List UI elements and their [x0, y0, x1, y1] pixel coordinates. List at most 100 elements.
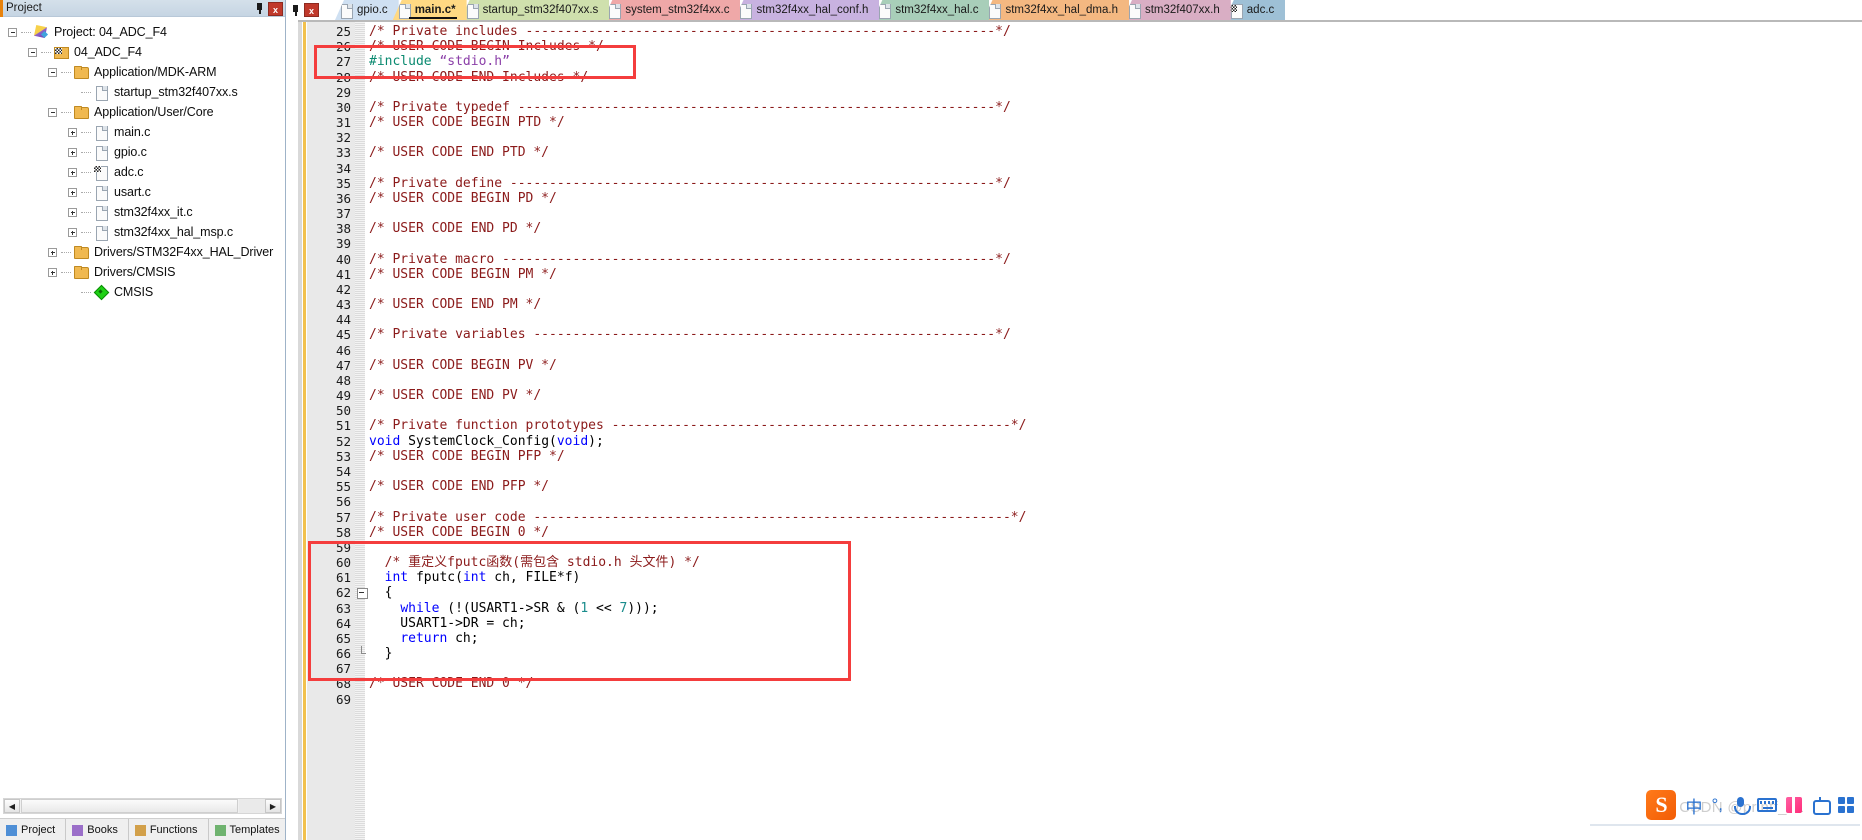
- scroll-right-button[interactable]: ▶: [265, 799, 281, 813]
- expand-icon[interactable]: [68, 187, 77, 197]
- code-line[interactable]: 44: [307, 312, 1862, 327]
- code-lines[interactable]: 25 /* Private includes ------------------…: [307, 24, 1862, 840]
- editor-tab-stm32f4xx-hal-dma-h[interactable]: stm32f4xx_hal_dma.h: [983, 0, 1129, 20]
- code-line[interactable]: 57 /* Private user code -----------------…: [307, 510, 1862, 525]
- keyboard-icon[interactable]: [1757, 798, 1777, 812]
- code-line[interactable]: 46: [307, 343, 1862, 358]
- code-line[interactable]: 48: [307, 373, 1862, 388]
- code-line[interactable]: 69: [307, 692, 1862, 707]
- code-line[interactable]: 40 /* Private macro ---------------------…: [307, 252, 1862, 267]
- close-icon[interactable]: x: [268, 1, 283, 16]
- editor-tab-stm32f407xx-h[interactable]: stm32f407xx.h: [1122, 0, 1231, 20]
- panel-tab-templates[interactable]: Templates: [208, 819, 285, 840]
- project-panel-hscrollbar[interactable]: ◀ ▶: [3, 798, 282, 814]
- editor-tab-gpio-c[interactable]: gpio.c: [335, 0, 399, 20]
- code-line[interactable]: 62 {: [307, 585, 1862, 600]
- tree-item[interactable]: gpio.c: [0, 142, 285, 162]
- code-line[interactable]: 54: [307, 464, 1862, 479]
- expand-icon[interactable]: [48, 247, 57, 257]
- expand-icon[interactable]: [68, 207, 77, 217]
- code-line[interactable]: 45 /* Private variables -----------------…: [307, 327, 1862, 342]
- mic-icon[interactable]: [1732, 796, 1751, 815]
- code-line[interactable]: 35 /* Private define --------------------…: [307, 176, 1862, 191]
- tree-item[interactable]: CMSIS: [0, 282, 285, 302]
- code-line[interactable]: 47 /* USER CODE BEGIN PV */: [307, 358, 1862, 373]
- code-line[interactable]: 34: [307, 161, 1862, 176]
- code-line[interactable]: 26 /* USER CODE BEGIN Includes */: [307, 39, 1862, 54]
- editor-tab-adc-c[interactable]: adc.c: [1224, 0, 1286, 20]
- code-line[interactable]: 32: [307, 130, 1862, 145]
- code-line[interactable]: 43 /* USER CODE END PM */: [307, 297, 1862, 312]
- sogou-logo-icon[interactable]: S: [1646, 790, 1677, 820]
- expand-icon[interactable]: [68, 127, 77, 137]
- code-line[interactable]: 51 /* Private function prototypes -------…: [307, 418, 1862, 433]
- expand-icon[interactable]: [48, 267, 57, 277]
- code-line[interactable]: 61 int fputc(int ch, FILE*f): [307, 570, 1862, 585]
- expand-icon[interactable]: [68, 227, 77, 237]
- grid-icon[interactable]: [1838, 797, 1854, 813]
- editor-tab-stm32f4xx-hal-c[interactable]: stm32f4xx_hal.c: [873, 0, 990, 20]
- code-line[interactable]: 49 /* USER CODE END PV */: [307, 388, 1862, 403]
- editor-tab-main-c-[interactable]: main.c*: [392, 0, 467, 20]
- close-icon[interactable]: x: [304, 3, 319, 17]
- scroll-thumb[interactable]: [21, 799, 238, 813]
- tree-item[interactable]: stm32f4xx_hal_msp.c: [0, 222, 285, 242]
- tree-item[interactable]: 04_ADC_F4: [0, 42, 285, 62]
- code-line[interactable]: 63 while (!(USART1->SR & (1 << 7)));: [307, 601, 1862, 616]
- code-line[interactable]: 27 #include “stdio.h”: [307, 54, 1862, 69]
- code-editor[interactable]: 25 /* Private includes ------------------…: [298, 20, 1862, 840]
- editor-tab-startup-stm32f407xx-s[interactable]: startup_stm32f407xx.s: [460, 0, 610, 20]
- collapse-icon[interactable]: [48, 67, 57, 77]
- pin-icon[interactable]: [254, 2, 265, 15]
- scroll-left-button[interactable]: ◀: [4, 799, 20, 813]
- code-line[interactable]: 33 /* USER CODE END PTD */: [307, 145, 1862, 160]
- code-line[interactable]: 52 void SystemClock_Config(void);: [307, 434, 1862, 449]
- code-line[interactable]: 67: [307, 661, 1862, 676]
- tree-item[interactable]: Drivers/CMSIS: [0, 262, 285, 282]
- tree-item[interactable]: usart.c: [0, 182, 285, 202]
- project-tree[interactable]: Project: 04_ADC_F4 04_ADC_F4 Application/M…: [0, 18, 285, 796]
- code-line[interactable]: 58 /* USER CODE BEGIN 0 */: [307, 525, 1862, 540]
- robot-icon[interactable]: [1811, 797, 1831, 815]
- code-line[interactable]: 59: [307, 540, 1862, 555]
- ime-punctuation-toggle[interactable]: °,: [1711, 795, 1723, 815]
- tree-item[interactable]: Project: 04_ADC_F4: [0, 22, 285, 42]
- ime-language-toggle[interactable]: 中: [1685, 793, 1702, 818]
- code-line[interactable]: 68 /* USER CODE END 0 */: [307, 676, 1862, 691]
- collapse-icon[interactable]: [28, 47, 37, 57]
- collapse-icon[interactable]: [48, 107, 57, 117]
- code-line[interactable]: 65 return ch;: [307, 631, 1862, 646]
- editor-tabstrip[interactable]: gpio.c main.c* startup_stm32f407xx.s system…: [335, 0, 1862, 20]
- code-line[interactable]: 39: [307, 236, 1862, 251]
- panel-tab-functions[interactable]: Functions: [128, 819, 209, 840]
- tree-item[interactable]: stm32f4xx_it.c: [0, 202, 285, 222]
- code-line[interactable]: 25 /* Private includes ------------------…: [307, 24, 1862, 39]
- code-line[interactable]: 50: [307, 403, 1862, 418]
- tree-item[interactable]: adc.c: [0, 162, 285, 182]
- code-line[interactable]: 64 USART1->DR = ch;: [307, 616, 1862, 631]
- panel-tab-project[interactable]: Project: [0, 819, 67, 840]
- expand-icon[interactable]: [68, 147, 77, 157]
- pin-icon[interactable]: [290, 4, 301, 17]
- code-line[interactable]: 56: [307, 494, 1862, 509]
- code-line[interactable]: 36 /* USER CODE BEGIN PD */: [307, 191, 1862, 206]
- tree-item[interactable]: main.c: [0, 122, 285, 142]
- code-line[interactable]: 60 /* 重定义fputc函数(需包含 stdio.h 头文件) */: [307, 555, 1862, 570]
- code-line[interactable]: 55 /* USER CODE END PFP */: [307, 479, 1862, 494]
- code-line[interactable]: 66 }: [307, 646, 1862, 661]
- code-line[interactable]: 41 /* USER CODE BEGIN PM */: [307, 267, 1862, 282]
- code-line[interactable]: 29: [307, 85, 1862, 100]
- tree-item[interactable]: Application/MDK-ARM: [0, 62, 285, 82]
- editor-tab-stm32f4xx-hal-conf-h[interactable]: stm32f4xx_hal_conf.h: [734, 0, 880, 20]
- sogou-ime-toolbar[interactable]: S 中 °,: [1640, 788, 1860, 822]
- code-line[interactable]: 37: [307, 206, 1862, 221]
- scroll-track[interactable]: [239, 799, 265, 813]
- expand-icon[interactable]: [68, 167, 77, 177]
- panel-tab-books[interactable]: Books: [66, 819, 129, 840]
- code-line[interactable]: 31 /* USER CODE BEGIN PTD */: [307, 115, 1862, 130]
- gift-icon[interactable]: [1786, 797, 1802, 813]
- code-line[interactable]: 38 /* USER CODE END PD */: [307, 221, 1862, 236]
- tree-item[interactable]: Drivers/STM32F4xx_HAL_Driver: [0, 242, 285, 262]
- code-line[interactable]: 53 /* USER CODE BEGIN PFP */: [307, 449, 1862, 464]
- collapse-icon[interactable]: [8, 27, 17, 37]
